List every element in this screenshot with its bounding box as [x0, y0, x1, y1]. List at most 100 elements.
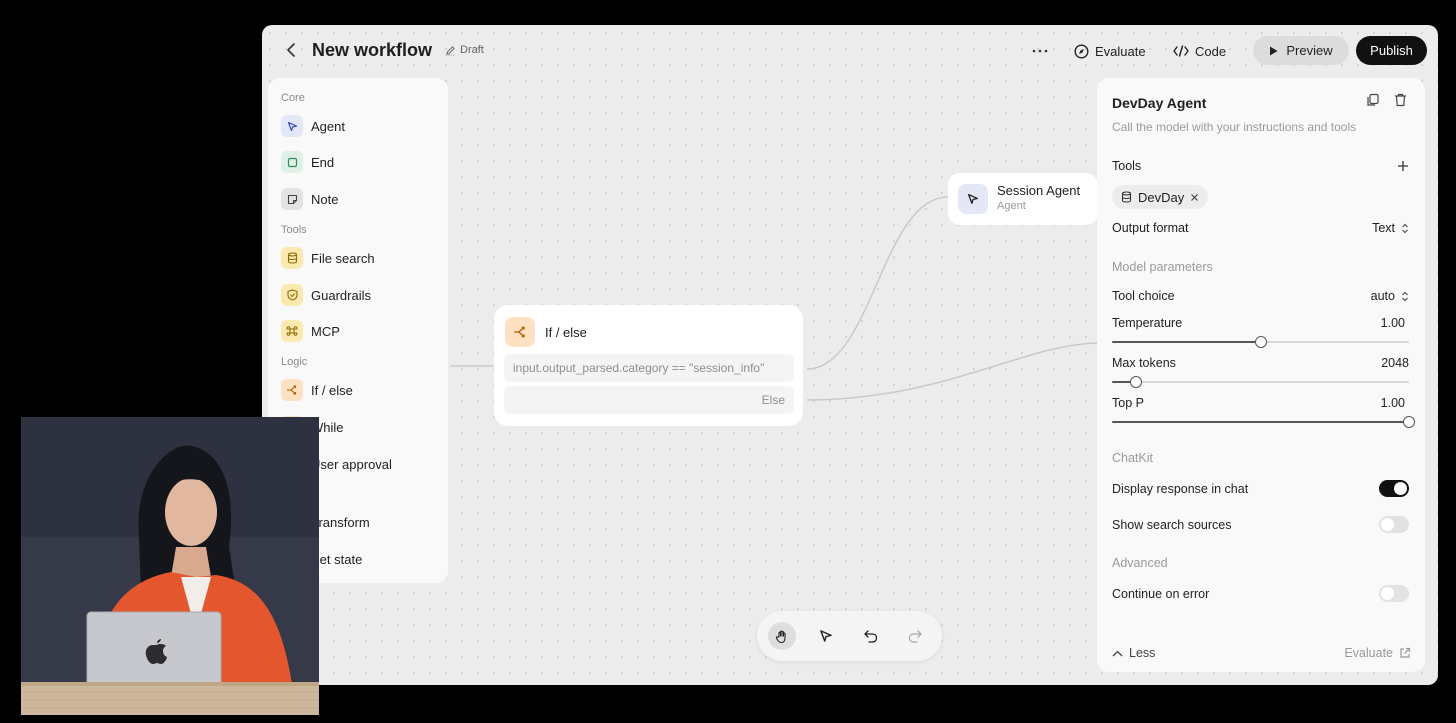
- node-note-label: Note: [311, 191, 339, 207]
- tool-choice-value: auto: [1370, 289, 1395, 303]
- redo-button[interactable]: [901, 622, 929, 650]
- close-icon[interactable]: [1190, 193, 1199, 202]
- slider-thumb[interactable]: [1254, 336, 1267, 348]
- node-mcp[interactable]: MCP: [281, 319, 340, 343]
- trash-icon[interactable]: [1394, 93, 1407, 107]
- node-agent[interactable]: Agent: [281, 114, 345, 138]
- hand-icon: [775, 630, 786, 643]
- session-agent-title: Session Agent: [997, 183, 1081, 198]
- node-end-label: End: [311, 154, 335, 170]
- agent-name[interactable]: DevDay Agent: [1112, 95, 1206, 111]
- inspector-footer: Less Evaluate: [1097, 636, 1425, 672]
- top-p-row: Top P 1.00: [1112, 396, 1409, 410]
- edge-else-to-agent: [806, 342, 1098, 401]
- core-section-label: Core: [281, 92, 305, 104]
- session-agent-node[interactable]: Session Agent Agent: [948, 173, 1098, 225]
- node-if-else-label: If / else: [311, 382, 353, 398]
- pointer-tool-button[interactable]: [812, 622, 840, 650]
- code-label: Code: [1195, 43, 1227, 59]
- external-link-icon: [1400, 647, 1411, 658]
- more-icon: [1032, 49, 1048, 53]
- presenter-video-frame: [21, 417, 319, 715]
- slider-track: [1112, 381, 1409, 383]
- tool-chip-label: DevDay: [1138, 189, 1185, 205]
- database-icon: [1121, 191, 1132, 203]
- if-condition[interactable]: input.output_parsed.category == "session…: [504, 354, 794, 382]
- slider-thumb[interactable]: [1129, 376, 1142, 388]
- preview-button[interactable]: Preview: [1253, 36, 1349, 65]
- temperature-slider[interactable]: [1112, 334, 1409, 350]
- chatkit-label: ChatKit: [1112, 451, 1153, 465]
- show-sources-toggle[interactable]: [1379, 516, 1409, 533]
- code-button[interactable]: Code: [1173, 39, 1226, 63]
- hand-tool-button[interactable]: [768, 622, 796, 650]
- session-agent-type: Agent: [997, 200, 1026, 212]
- tool-choice-label: Tool choice: [1112, 289, 1175, 303]
- presenter-video-overlay: [21, 417, 319, 715]
- top-p-slider[interactable]: [1112, 414, 1415, 430]
- copy-icon[interactable]: [1366, 93, 1380, 107]
- canvas-toolbar: [757, 611, 942, 661]
- less-label: Less: [1129, 646, 1156, 660]
- evaluate-link[interactable]: Evaluate: [1344, 646, 1411, 660]
- chevron-updown-icon: [1402, 223, 1408, 233]
- node-user-approval-label: User approval: [311, 456, 392, 472]
- publish-button[interactable]: Publish: [1356, 36, 1427, 65]
- node-mcp-label: MCP: [311, 323, 340, 339]
- output-format-row: Output format Text: [1112, 221, 1409, 235]
- more-options-button[interactable]: [1032, 39, 1048, 63]
- output-format-select[interactable]: Text: [1372, 221, 1409, 235]
- command-key-icon: [281, 320, 303, 342]
- evaluate-button[interactable]: Evaluate: [1074, 39, 1146, 63]
- max-tokens-label: Max tokens: [1112, 356, 1176, 370]
- temperature-label: Temperature: [1112, 316, 1183, 330]
- redo-icon: [908, 629, 922, 643]
- undo-button[interactable]: [857, 622, 885, 650]
- node-transform-label: Transform: [311, 514, 370, 530]
- continue-on-error-toggle[interactable]: [1379, 585, 1409, 602]
- tools-row: Tools: [1112, 159, 1409, 173]
- branch-icon: [505, 317, 535, 347]
- workflow-builder-window: New workflow Draft Evaluate Code Preview…: [262, 25, 1438, 685]
- display-response-toggle[interactable]: [1379, 480, 1409, 497]
- undo-icon: [864, 629, 878, 643]
- continue-on-error-label: Continue on error: [1112, 586, 1210, 601]
- back-arrow-icon[interactable]: [284, 41, 298, 59]
- node-file-search-label: File search: [311, 250, 375, 266]
- tool-choice-row: Tool choice auto: [1112, 289, 1409, 303]
- node-if-else[interactable]: If / else: [281, 378, 353, 402]
- draft-label: Draft: [460, 44, 484, 56]
- else-branch[interactable]: Else: [504, 386, 794, 414]
- play-icon: [1270, 46, 1278, 55]
- tool-chip-devday[interactable]: DevDay: [1112, 185, 1209, 209]
- compass-icon: [1074, 43, 1089, 59]
- plus-icon[interactable]: [1397, 160, 1409, 172]
- evaluate-link-label: Evaluate: [1344, 646, 1393, 660]
- less-button[interactable]: Less: [1112, 646, 1155, 660]
- temperature-value: 1.00: [1380, 316, 1405, 330]
- show-sources-label: Show search sources: [1112, 517, 1232, 532]
- toggle-knob: [1381, 587, 1394, 600]
- max-tokens-slider[interactable]: [1112, 374, 1409, 390]
- max-tokens-value: 2048: [1381, 356, 1409, 370]
- cursor-arrow-icon: [820, 630, 832, 642]
- if-else-node-header[interactable]: If / else: [505, 317, 587, 347]
- node-guardrails[interactable]: Guardrails: [281, 283, 371, 307]
- toggle-knob: [1381, 518, 1394, 531]
- slider-fill: [1112, 421, 1409, 423]
- agent-description: Call the model with your instructions an…: [1112, 120, 1357, 134]
- shield-check-icon: [281, 284, 303, 306]
- if-else-node[interactable]: If / else input.output_parsed.category =…: [494, 305, 803, 426]
- slider-fill: [1112, 341, 1261, 343]
- slider-thumb[interactable]: [1403, 416, 1415, 428]
- advanced-label: Advanced: [1112, 556, 1168, 570]
- node-note[interactable]: Note: [281, 187, 338, 211]
- cursor-arrow-icon: [958, 184, 988, 214]
- node-file-search[interactable]: File search: [281, 246, 375, 270]
- node-end[interactable]: End: [281, 150, 334, 174]
- toggle-knob: [1394, 482, 1407, 495]
- agent-inspector-panel: DevDay Agent Call the model with your in…: [1097, 78, 1425, 672]
- preview-label: Preview: [1286, 43, 1333, 58]
- tool-choice-select[interactable]: auto: [1371, 289, 1409, 303]
- workflow-title[interactable]: New workflow: [312, 40, 432, 61]
